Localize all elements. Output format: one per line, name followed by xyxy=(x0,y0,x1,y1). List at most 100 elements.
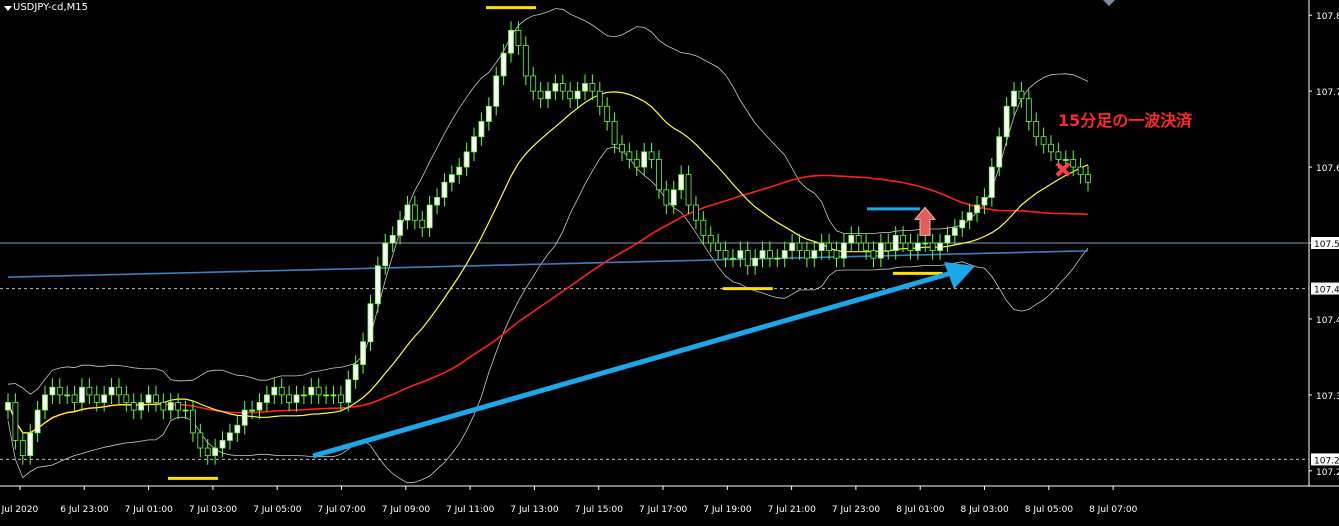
time-label-4: 7 Jul 05:00 xyxy=(253,505,302,515)
candle-body-135 xyxy=(1003,105,1010,138)
time-label-1: 6 Jul 23:00 xyxy=(60,505,109,515)
candle-body-94 xyxy=(700,219,707,236)
candle-body-62 xyxy=(463,151,470,168)
candle-body-46 xyxy=(345,379,352,403)
candle-body-110 xyxy=(818,242,825,251)
candle-body-13 xyxy=(101,394,108,403)
trend-arrow-line xyxy=(312,269,956,459)
candle-body-38 xyxy=(286,394,292,403)
bollinger-lower-line xyxy=(7,146,1089,484)
candle-body-82 xyxy=(611,121,618,145)
candle-body-119 xyxy=(885,242,892,251)
time-label-12: 7 Jul 21:00 xyxy=(768,505,817,515)
candle-body-14 xyxy=(108,386,115,396)
candle-body-105 xyxy=(781,250,788,259)
candle-body-146 xyxy=(1085,174,1091,183)
candle-body-69 xyxy=(515,29,522,46)
bollinger-upper-line xyxy=(7,8,1089,395)
candle-body-42 xyxy=(315,386,322,396)
time-label-6: 7 Jul 09:00 xyxy=(382,505,431,515)
candle-body-61 xyxy=(456,166,463,176)
candle-body-74 xyxy=(552,83,559,92)
candle-body-47 xyxy=(352,364,359,381)
candle-body-60 xyxy=(448,174,455,183)
candle-body-51 xyxy=(382,242,389,267)
price-chart[interactable]: 107.8107.7107.6107.5107.4107.3107.2107.5… xyxy=(0,0,1339,526)
candle-body-3 xyxy=(27,432,34,457)
candle-body-48 xyxy=(360,341,366,365)
candle-body-145 xyxy=(1077,166,1084,176)
candle-body-11 xyxy=(86,386,93,396)
candle-body-101 xyxy=(752,257,759,267)
candle-body-92 xyxy=(685,174,692,206)
price-label-2: 107.6 xyxy=(1316,164,1339,174)
candle-body-17 xyxy=(130,402,137,411)
candle-body-109 xyxy=(811,250,818,259)
time-label-7: 7 Jul 11:00 xyxy=(446,505,495,515)
candle-body-98 xyxy=(730,257,736,260)
time-label-16: 8 Jul 05:00 xyxy=(1025,505,1074,515)
price-label-6: 107.2 xyxy=(1316,468,1339,478)
candle-body-6 xyxy=(49,386,56,396)
candle-body-57 xyxy=(426,204,433,229)
candle-body-35 xyxy=(264,394,270,403)
annotation-text: 15分足の一波決済 xyxy=(1058,111,1193,130)
candle-body-22 xyxy=(167,402,174,411)
candle-body-122 xyxy=(907,242,914,251)
candle-body-77 xyxy=(574,90,581,100)
candle-body-136 xyxy=(1011,90,1017,107)
candle-body-128 xyxy=(951,227,958,236)
candle-body-29 xyxy=(219,440,226,449)
candle-body-15 xyxy=(116,386,122,396)
entry-up-arrow xyxy=(913,206,937,236)
candle-body-66 xyxy=(493,75,500,107)
candle-body-131 xyxy=(974,204,980,214)
candle-body-126 xyxy=(937,242,943,251)
candle-body-104 xyxy=(774,257,781,260)
candle-body-144 xyxy=(1070,159,1077,168)
candle-body-2 xyxy=(19,440,26,457)
time-label-5: 7 Jul 07:00 xyxy=(318,505,367,515)
time-label-3: 7 Jul 03:00 xyxy=(189,505,238,515)
candle-body-43 xyxy=(323,394,329,397)
candle-body-50 xyxy=(374,265,381,305)
candle-body-97 xyxy=(722,250,729,259)
candle-body-143 xyxy=(1062,159,1069,161)
candle-body-25 xyxy=(190,409,196,434)
candle-body-9 xyxy=(71,394,78,403)
candle-body-139 xyxy=(1033,121,1040,138)
candle-body-91 xyxy=(678,174,685,191)
candle-body-106 xyxy=(789,242,796,251)
candle-body-19 xyxy=(145,394,152,403)
candle-body-45 xyxy=(337,394,344,403)
candle-body-23 xyxy=(175,402,182,411)
candle-body-21 xyxy=(160,402,167,411)
candle-body-16 xyxy=(123,394,130,403)
candle-body-58 xyxy=(434,197,440,206)
candle-body-118 xyxy=(877,242,884,259)
chart-menu-triangle-icon[interactable] xyxy=(4,6,12,11)
candle-body-99 xyxy=(737,250,744,259)
candle-body-67 xyxy=(500,52,507,77)
candle-body-142 xyxy=(1055,151,1062,160)
candle-body-4 xyxy=(34,409,41,434)
candle-body-71 xyxy=(530,75,537,92)
candle-body-123 xyxy=(914,242,921,251)
candle-body-56 xyxy=(419,219,426,229)
candle-body-140 xyxy=(1040,136,1047,145)
candle-body-93 xyxy=(693,204,699,221)
candle-body-125 xyxy=(929,242,936,251)
candle-body-24 xyxy=(182,409,189,412)
candle-body-26 xyxy=(197,432,204,449)
candle-body-115 xyxy=(855,235,862,244)
candle-body-116 xyxy=(863,242,869,251)
candle-body-49 xyxy=(367,303,374,343)
candle-body-76 xyxy=(567,90,574,100)
time-label-0: 6 Jul 2020 xyxy=(0,505,38,515)
time-label-11: 7 Jul 19:00 xyxy=(703,505,752,515)
candle-body-100 xyxy=(744,250,751,267)
candle-body-88 xyxy=(656,159,662,191)
candle-body-90 xyxy=(670,189,677,206)
candle-body-87 xyxy=(648,151,655,160)
candle-body-12 xyxy=(93,394,100,403)
